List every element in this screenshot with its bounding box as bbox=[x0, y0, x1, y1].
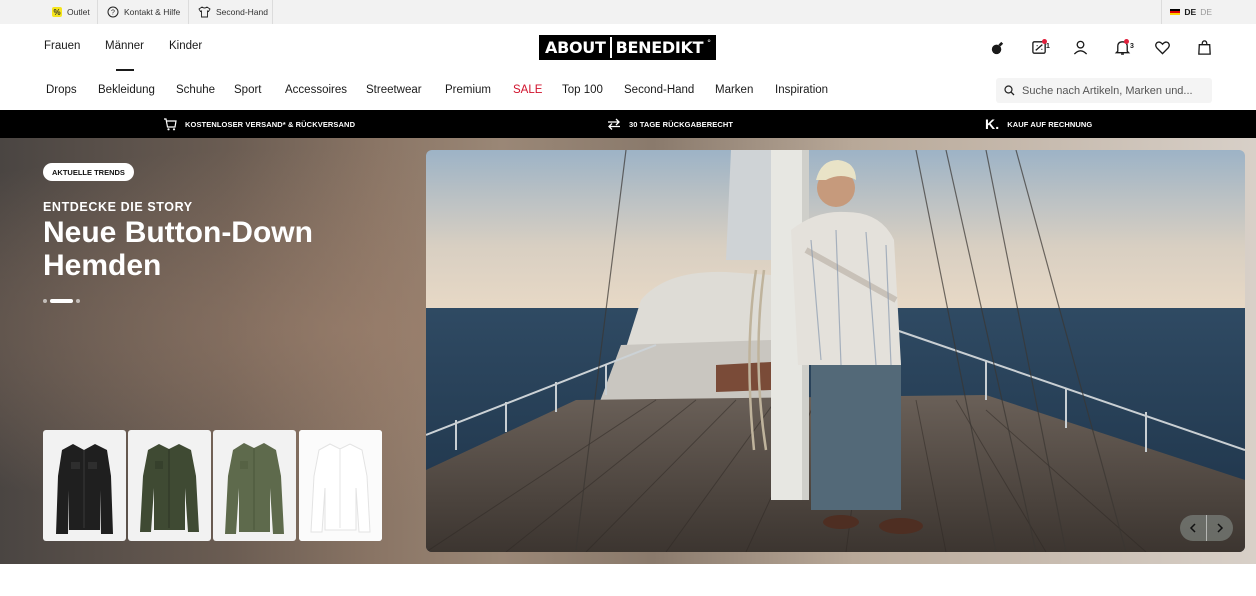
carousel-controls bbox=[1180, 515, 1233, 541]
category-schuhe[interactable]: Schuhe bbox=[176, 84, 215, 96]
divider bbox=[188, 0, 189, 24]
logo-text-left: ABOUT bbox=[541, 37, 610, 58]
usp-shipping: KOSTENLOSER VERSAND* & RÜCKVERSAND bbox=[163, 110, 355, 138]
sailboat-scene-image bbox=[426, 150, 1245, 552]
return-arrows-icon bbox=[608, 118, 620, 130]
category-premium[interactable]: Premium bbox=[445, 84, 491, 96]
slide-dot[interactable] bbox=[43, 299, 47, 303]
svg-text:?: ? bbox=[111, 10, 115, 17]
shirt-white-icon bbox=[299, 430, 382, 541]
divider bbox=[1161, 0, 1162, 24]
carousel-next-button[interactable] bbox=[1206, 515, 1233, 541]
active-gender-indicator bbox=[116, 69, 134, 71]
heart-icon bbox=[1154, 40, 1170, 55]
category-accessoires[interactable]: Accessoires bbox=[285, 84, 347, 96]
product-tile-white-shirt[interactable] bbox=[299, 430, 382, 541]
category-bekleidung[interactable]: Bekleidung bbox=[98, 84, 155, 96]
language-switcher[interactable]: DE DE bbox=[1170, 0, 1212, 24]
basket-button[interactable] bbox=[1195, 38, 1213, 56]
notifications-button[interactable] bbox=[1113, 38, 1131, 56]
language-current: DE bbox=[1184, 7, 1197, 17]
slide-indicator[interactable] bbox=[43, 299, 80, 303]
gender-tab-maenner[interactable]: Männer bbox=[105, 40, 144, 52]
logo-text-right: BENEDIKT bbox=[611, 37, 708, 58]
hero-headline[interactable]: Neue Button-Down Hemden bbox=[43, 216, 363, 282]
product-tile-black-shirt[interactable] bbox=[43, 430, 126, 541]
outlet-icon: % bbox=[52, 7, 62, 17]
category-second-hand[interactable]: Second-Hand bbox=[624, 84, 694, 96]
logo[interactable]: ABOUT BENEDIKT ° bbox=[539, 35, 716, 60]
language-alt: DE bbox=[1200, 7, 1212, 17]
outlet-link[interactable]: % Outlet bbox=[52, 0, 90, 24]
search-placeholder: Suche nach Artikeln, Marken und... bbox=[1022, 84, 1193, 97]
account-button[interactable] bbox=[1071, 38, 1089, 56]
category-sport[interactable]: Sport bbox=[234, 84, 262, 96]
search-input[interactable]: Suche nach Artikeln, Marken und... bbox=[996, 78, 1212, 103]
bag-icon bbox=[1197, 39, 1211, 55]
usp-invoice: K. KAUF AUF RECHNUNG bbox=[985, 110, 1092, 138]
product-tile-olive-shirt[interactable] bbox=[213, 430, 296, 541]
second-hand-link[interactable]: Second-Hand bbox=[198, 0, 268, 24]
notifications-badge-dot bbox=[1124, 39, 1129, 44]
hero-campaign-image[interactable] bbox=[426, 150, 1245, 552]
carousel-prev-button[interactable] bbox=[1180, 515, 1206, 541]
product-tile-olive-dark-shirt[interactable] bbox=[128, 430, 211, 541]
lounge-button[interactable] bbox=[988, 38, 1006, 56]
category-marken[interactable]: Marken bbox=[715, 84, 753, 96]
usp-bar: KOSTENLOSER VERSAND* & RÜCKVERSAND 30 TA… bbox=[0, 110, 1256, 138]
gender-tab-frauen[interactable]: Frauen bbox=[44, 40, 80, 52]
usp-returns: 30 TAGE RÜCKGABERECHT bbox=[607, 110, 733, 138]
category-sale[interactable]: SALE bbox=[513, 84, 542, 96]
notifications-count: 3 bbox=[1130, 43, 1134, 50]
usp-shipping-label: KOSTENLOSER VERSAND* & RÜCKVERSAND bbox=[185, 119, 356, 129]
category-streetwear[interactable]: Streetwear bbox=[366, 84, 422, 96]
hero-kicker: ENTDECKE DIE STORY bbox=[43, 200, 193, 214]
tshirt-icon bbox=[198, 6, 211, 18]
category-inspiration[interactable]: Inspiration bbox=[775, 84, 828, 96]
shirt-olive-dark-icon bbox=[140, 444, 199, 532]
divider bbox=[272, 0, 273, 24]
germany-flag-icon bbox=[1170, 8, 1181, 16]
hero-banner[interactable]: AKTUELLE TRENDS ENTDECKE DIE STORY Neue … bbox=[0, 138, 1256, 564]
usp-invoice-label: KAUF AUF RECHNUNG bbox=[1007, 119, 1093, 129]
usp-returns-label: 30 TAGE RÜCKGABERECHT bbox=[629, 119, 734, 129]
shirt-black-icon bbox=[56, 444, 113, 534]
help-icon: ? bbox=[107, 6, 119, 18]
logo-mark-icon: ° bbox=[707, 38, 711, 48]
second-hand-label: Second-Hand bbox=[216, 7, 268, 17]
contact-help-label: Kontakt & Hilfe bbox=[124, 7, 181, 17]
chevron-left-icon bbox=[1189, 523, 1196, 533]
trend-badge: AKTUELLE TRENDS bbox=[43, 163, 134, 181]
user-icon bbox=[1073, 40, 1087, 55]
utility-bar: % Outlet ? Kontakt & Hilfe Second-Hand D… bbox=[0, 0, 1256, 24]
drop-icon bbox=[991, 41, 1003, 54]
shipping-cart-icon bbox=[164, 117, 177, 130]
divider bbox=[97, 0, 98, 24]
klarna-icon: K. bbox=[985, 116, 1000, 132]
chevron-right-icon bbox=[1217, 523, 1224, 533]
slide-dot[interactable] bbox=[76, 299, 80, 303]
search-icon bbox=[1004, 85, 1015, 96]
wishlist-button[interactable] bbox=[1153, 38, 1171, 56]
gender-tab-kinder[interactable]: Kinder bbox=[169, 40, 202, 52]
slide-dot-active[interactable] bbox=[50, 299, 73, 303]
shirt-olive-icon bbox=[225, 443, 284, 534]
contact-help-link[interactable]: ? Kontakt & Hilfe bbox=[107, 0, 180, 24]
category-drops[interactable]: Drops bbox=[46, 84, 77, 96]
stories-count: 1 bbox=[1046, 43, 1050, 50]
outlet-label: Outlet bbox=[67, 7, 90, 17]
category-top-100[interactable]: Top 100 bbox=[562, 84, 603, 96]
